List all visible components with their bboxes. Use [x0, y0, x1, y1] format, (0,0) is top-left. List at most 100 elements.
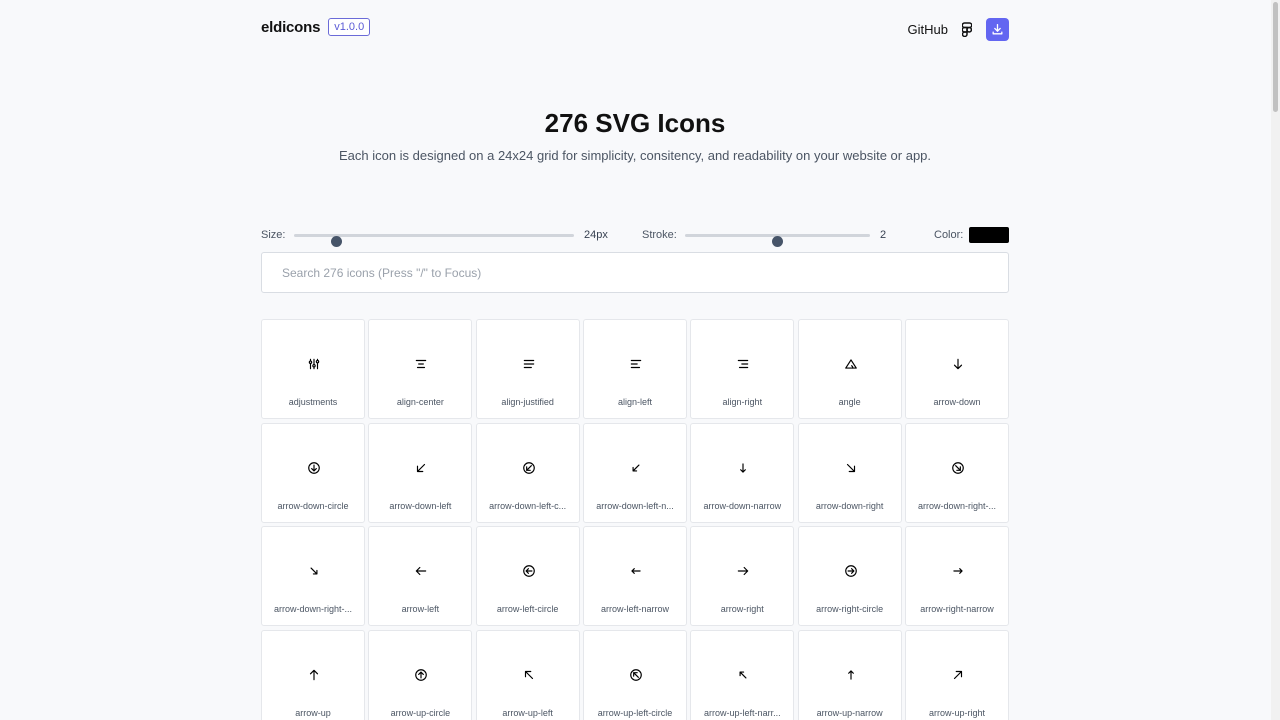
icon-card-label: arrow-right	[720, 604, 764, 614]
download-button[interactable]	[986, 18, 1009, 41]
header: eldicons v1.0.0 GitHub	[261, 18, 1009, 41]
icon-card-label: arrow-up-left-circle	[597, 707, 673, 718]
stroke-label: Stroke:	[642, 229, 677, 241]
arrow-right-narrow-icon	[951, 564, 965, 578]
icon-card-label: arrow-up-narrow	[816, 707, 883, 718]
arrow-up-left-narrow-icon	[736, 668, 750, 682]
icon-card[interactable]: adjustments	[261, 319, 365, 419]
icon-card-label: arrow-up-circle	[390, 707, 451, 718]
icon-card[interactable]: arrow-up-circle	[368, 629, 473, 720]
icon-card-label: align-right	[722, 397, 763, 407]
icon-card-label: arrow-down-left	[389, 500, 452, 511]
arrow-up-right-icon	[951, 668, 965, 682]
stroke-slider-thumb[interactable]	[772, 236, 783, 247]
icon-card[interactable]: arrow-up-narrow	[797, 629, 902, 720]
icon-card-label: adjustments	[288, 397, 338, 407]
download-icon	[992, 23, 1003, 35]
icon-card-label: arrow-down-left-c...	[489, 500, 567, 511]
icon-card[interactable]: arrow-down-left-n...	[582, 422, 687, 523]
arrow-down-right-icon	[844, 461, 858, 475]
align-left-icon	[629, 357, 643, 371]
size-slider-thumb[interactable]	[330, 236, 342, 247]
icon-card[interactable]: angle	[797, 319, 902, 419]
icon-card[interactable]: arrow-left	[368, 526, 473, 626]
stroke-slider[interactable]	[685, 234, 870, 247]
icon-card[interactable]: arrow-down-narrow	[690, 422, 795, 523]
arrow-up-left-icon	[522, 668, 536, 682]
icon-card-label: arrow-down-right-...	[273, 604, 353, 614]
icon-card[interactable]: arrow-down	[904, 319, 1009, 419]
icon-card[interactable]: arrow-left-narrow	[582, 526, 687, 626]
scrollbar-thumb[interactable]	[1273, 2, 1278, 112]
page-subtitle: Each icon is designed on a 24x24 grid fo…	[338, 148, 932, 163]
icon-card-label: angle	[838, 397, 861, 407]
arrow-left-icon	[414, 564, 428, 578]
icon-card-label: arrow-up-left-narr...	[704, 707, 781, 718]
arrow-right-circle-icon	[844, 564, 858, 578]
scrollbar[interactable]	[1271, 0, 1280, 720]
icon-card-label: align-center	[396, 397, 444, 407]
arrow-down-left-narrow-icon	[629, 461, 643, 475]
icon-card[interactable]: arrow-right	[690, 526, 795, 626]
icon-card[interactable]: arrow-down-right-...	[904, 422, 1009, 523]
icon-card-label: arrow-up-left	[502, 707, 553, 718]
icon-card-label: arrow-down-circle	[277, 500, 349, 511]
logo[interactable]: eldicons	[261, 19, 320, 36]
icon-card[interactable]: arrow-up-left-narr...	[690, 629, 795, 720]
icon-card-label: arrow-up-right	[928, 707, 985, 718]
controls-bar: Size: 24px Stroke: 2 Color:	[261, 227, 1009, 247]
arrow-up-narrow-icon	[844, 668, 858, 682]
icon-card[interactable]: arrow-up-left	[475, 629, 580, 720]
angle-icon	[844, 357, 858, 371]
stroke-value: 2	[880, 229, 887, 241]
icon-card-label: arrow-down-left-n...	[596, 500, 674, 511]
icon-card-label: align-left	[617, 397, 652, 407]
icon-card[interactable]: align-left	[582, 319, 687, 419]
arrow-down-circle-icon	[307, 461, 321, 475]
icon-card-label: arrow-right-narrow	[920, 604, 994, 614]
icon-card[interactable]: arrow-down-left-c...	[475, 422, 580, 523]
icon-card[interactable]: arrow-left-circle	[475, 526, 580, 626]
arrow-down-right-circle-icon	[951, 461, 965, 475]
icon-card-label: arrow-down-narrow	[703, 500, 782, 511]
icon-card-label: arrow-left-narrow	[600, 604, 669, 614]
figma-icon[interactable]	[960, 21, 974, 39]
arrow-up-left-circle-icon	[629, 668, 643, 682]
icon-card[interactable]: align-justified	[475, 319, 580, 419]
arrow-down-narrow-icon	[736, 461, 750, 475]
arrow-right-icon	[736, 564, 750, 578]
search-input[interactable]	[261, 252, 1009, 293]
icon-card[interactable]: align-center	[368, 319, 473, 419]
color-picker[interactable]	[969, 227, 1009, 243]
github-link[interactable]: GitHub	[908, 22, 948, 37]
adjustments-icon	[307, 357, 321, 371]
icon-card-label: arrow-down-right	[815, 500, 884, 511]
brand: eldicons v1.0.0	[261, 18, 371, 36]
arrow-down-left-icon	[414, 461, 428, 475]
arrow-up-circle-icon	[414, 668, 428, 682]
icon-card[interactable]: arrow-down-right-...	[261, 526, 365, 626]
arrow-down-left-circle-icon	[522, 461, 536, 475]
icon-card[interactable]: arrow-right-circle	[797, 526, 902, 626]
arrow-up-icon	[307, 668, 321, 682]
icon-card[interactable]: arrow-right-narrow	[904, 526, 1009, 626]
page-title: 276 SVG Icons	[544, 108, 726, 138]
icon-card[interactable]: arrow-down-left	[368, 422, 473, 523]
icon-grid: adjustments align-center align-justified al…	[261, 319, 1009, 720]
arrow-left-circle-icon	[522, 564, 536, 578]
icon-card[interactable]: arrow-up-right	[904, 629, 1009, 720]
icon-card-label: align-justified	[501, 397, 554, 407]
icon-card[interactable]: arrow-down-right	[797, 422, 902, 523]
color-label: Color:	[934, 229, 964, 241]
icon-card-label: arrow-left	[401, 604, 440, 614]
icon-card[interactable]: arrow-up-left-circle	[582, 629, 687, 720]
icon-card[interactable]: align-right	[690, 319, 795, 419]
size-slider[interactable]	[294, 234, 574, 247]
size-label: Size:	[261, 229, 286, 241]
icon-card[interactable]: arrow-down-circle	[261, 422, 365, 523]
arrow-down-icon	[951, 357, 965, 371]
icon-card-label: arrow-down-right-...	[917, 500, 996, 511]
icon-card[interactable]: arrow-up	[261, 629, 365, 720]
icon-card-label: arrow-right-circle	[816, 604, 884, 614]
header-nav: GitHub	[908, 18, 1009, 41]
